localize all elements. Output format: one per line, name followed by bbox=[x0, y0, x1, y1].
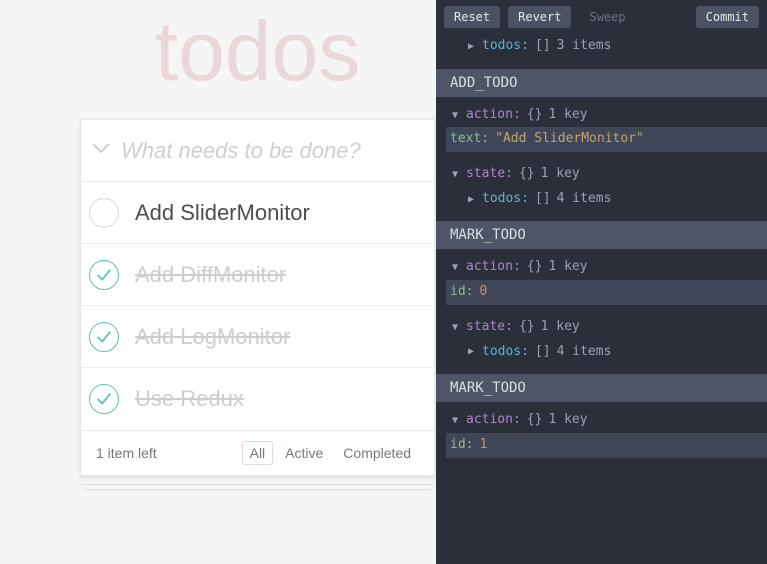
todo-card: Add SliderMonitor Add DiffMonitor Add Lo… bbox=[80, 119, 435, 476]
tree-row[interactable]: ▼ action: {} 1 key bbox=[450, 103, 755, 128]
brackets-icon: [] bbox=[535, 340, 551, 365]
tree-value: 1 bbox=[479, 433, 487, 458]
brackets-icon: [] bbox=[535, 34, 551, 59]
tree-key: todos: bbox=[482, 187, 529, 212]
tree-row[interactable]: ▼ action: {} 1 key bbox=[450, 255, 755, 280]
caret-right-icon: ▶ bbox=[466, 190, 476, 209]
filter-active[interactable]: Active bbox=[277, 441, 331, 465]
tree-meta: 1 key bbox=[548, 408, 587, 433]
action-type-header[interactable]: MARK_TODO bbox=[436, 374, 767, 402]
action-type-header[interactable]: ADD_TODO bbox=[436, 69, 767, 97]
log-entry: ADD_TODO ▼ action: {} 1 key text: "Add S… bbox=[436, 69, 767, 222]
devtools-log[interactable]: ▶ todos: [] 3 items ADD_TODO ▼ action: {… bbox=[436, 34, 767, 468]
tree: ▼ action: {} 1 key id: 0 ▼ state: {} 1 k… bbox=[436, 249, 767, 374]
tree-key: id: bbox=[450, 280, 473, 305]
caret-down-icon: ▼ bbox=[450, 258, 460, 277]
todo-checkbox[interactable] bbox=[89, 384, 119, 414]
tree-meta: 3 items bbox=[557, 34, 612, 59]
toggle-all-icon[interactable] bbox=[81, 138, 121, 164]
braces-icon: {} bbox=[519, 315, 535, 340]
caret-down-icon: ▼ bbox=[450, 411, 460, 430]
tree-key: action: bbox=[466, 255, 521, 280]
tree-meta: 4 items bbox=[557, 187, 612, 212]
tree-key: text: bbox=[450, 127, 489, 152]
todo-label: Add SliderMonitor bbox=[135, 200, 310, 226]
caret-down-icon: ▼ bbox=[450, 318, 460, 337]
tree-meta: 4 items bbox=[557, 340, 612, 365]
new-todo-input[interactable] bbox=[121, 122, 434, 180]
filter-completed[interactable]: Completed bbox=[335, 441, 419, 465]
tree-row[interactable]: id: 1 bbox=[446, 433, 767, 458]
tree-meta: 1 key bbox=[548, 103, 587, 128]
app-title: todos bbox=[80, 5, 435, 97]
devtools-toolbar: Reset Revert Sweep Commit bbox=[436, 0, 767, 34]
reset-button[interactable]: Reset bbox=[444, 6, 500, 28]
caret-down-icon: ▼ bbox=[450, 165, 460, 184]
todo-label: Add LogMonitor bbox=[135, 324, 290, 350]
tree-key: todos: bbox=[482, 340, 529, 365]
todo-label: Use Redux bbox=[135, 386, 244, 412]
caret-right-icon: ▶ bbox=[466, 342, 476, 361]
tree-row[interactable]: ▼ state: {} 1 key bbox=[450, 315, 755, 340]
tree: ▼ action: {} 1 key id: 1 bbox=[436, 402, 767, 467]
todo-checkbox[interactable] bbox=[89, 260, 119, 290]
items-left-count: 1 item left bbox=[96, 445, 157, 461]
todo-item: Add SliderMonitor bbox=[81, 182, 434, 244]
todo-item: Add LogMonitor bbox=[81, 306, 434, 368]
log-entry: MARK_TODO ▼ action: {} 1 key id: 0 ▼ sta… bbox=[436, 221, 767, 374]
tree-key: todos: bbox=[482, 34, 529, 59]
todo-checkbox[interactable] bbox=[89, 322, 119, 352]
tree-row[interactable]: text: "Add SliderMonitor" bbox=[446, 127, 767, 152]
devtools-panel: Reset Revert Sweep Commit ▶ todos: [] 3 … bbox=[436, 0, 767, 564]
tree-row[interactable]: ▼ action: {} 1 key bbox=[450, 408, 755, 433]
tree: ▼ action: {} 1 key text: "Add SliderMoni… bbox=[436, 97, 767, 222]
tree-meta: 1 key bbox=[541, 162, 580, 187]
filter-group: All Active Completed bbox=[242, 441, 419, 465]
todo-label: Add DiffMonitor bbox=[135, 262, 286, 288]
tree-row[interactable]: ▶ todos: [] 4 items bbox=[450, 340, 755, 365]
tree-row[interactable]: ▼ state: {} 1 key bbox=[450, 162, 755, 187]
action-type-header[interactable]: MARK_TODO bbox=[436, 221, 767, 249]
tree-row[interactable]: ▶ todos: [] 3 items bbox=[450, 34, 755, 59]
tree-value: "Add SliderMonitor" bbox=[495, 127, 644, 152]
braces-icon: {} bbox=[527, 255, 543, 280]
todo-item: Add DiffMonitor bbox=[81, 244, 434, 306]
filter-all[interactable]: All bbox=[242, 441, 274, 465]
tree-key: state: bbox=[466, 315, 513, 340]
tree-row[interactable]: id: 0 bbox=[446, 280, 767, 305]
tree-meta: 1 key bbox=[541, 315, 580, 340]
brackets-icon: [] bbox=[535, 187, 551, 212]
commit-button[interactable]: Commit bbox=[696, 6, 759, 28]
braces-icon: {} bbox=[527, 103, 543, 128]
tree-key: id: bbox=[450, 433, 473, 458]
todo-item: Use Redux bbox=[81, 368, 434, 430]
caret-right-icon: ▶ bbox=[466, 37, 476, 56]
log-entry: MARK_TODO ▼ action: {} 1 key id: 1 bbox=[436, 374, 767, 467]
caret-down-icon: ▼ bbox=[450, 106, 460, 125]
sweep-button: Sweep bbox=[579, 6, 635, 28]
tree-key: action: bbox=[466, 408, 521, 433]
tree-value: 0 bbox=[479, 280, 487, 305]
tree-row[interactable]: ▶ todos: [] 4 items bbox=[450, 187, 755, 212]
todo-list: Add SliderMonitor Add DiffMonitor Add Lo… bbox=[81, 182, 434, 430]
braces-icon: {} bbox=[519, 162, 535, 187]
todo-footer: 1 item left All Active Completed bbox=[81, 430, 434, 475]
new-todo-row bbox=[81, 120, 434, 182]
todo-checkbox[interactable] bbox=[89, 198, 119, 228]
revert-button[interactable]: Revert bbox=[508, 6, 571, 28]
tree-key: state: bbox=[466, 162, 513, 187]
tree-key: action: bbox=[466, 103, 521, 128]
tree-meta: 1 key bbox=[548, 255, 587, 280]
log-entry-partial: ▶ todos: [] 3 items bbox=[436, 34, 767, 69]
todo-app: todos Add SliderMonitor Add DiffMonitor bbox=[80, 0, 435, 476]
braces-icon: {} bbox=[527, 408, 543, 433]
